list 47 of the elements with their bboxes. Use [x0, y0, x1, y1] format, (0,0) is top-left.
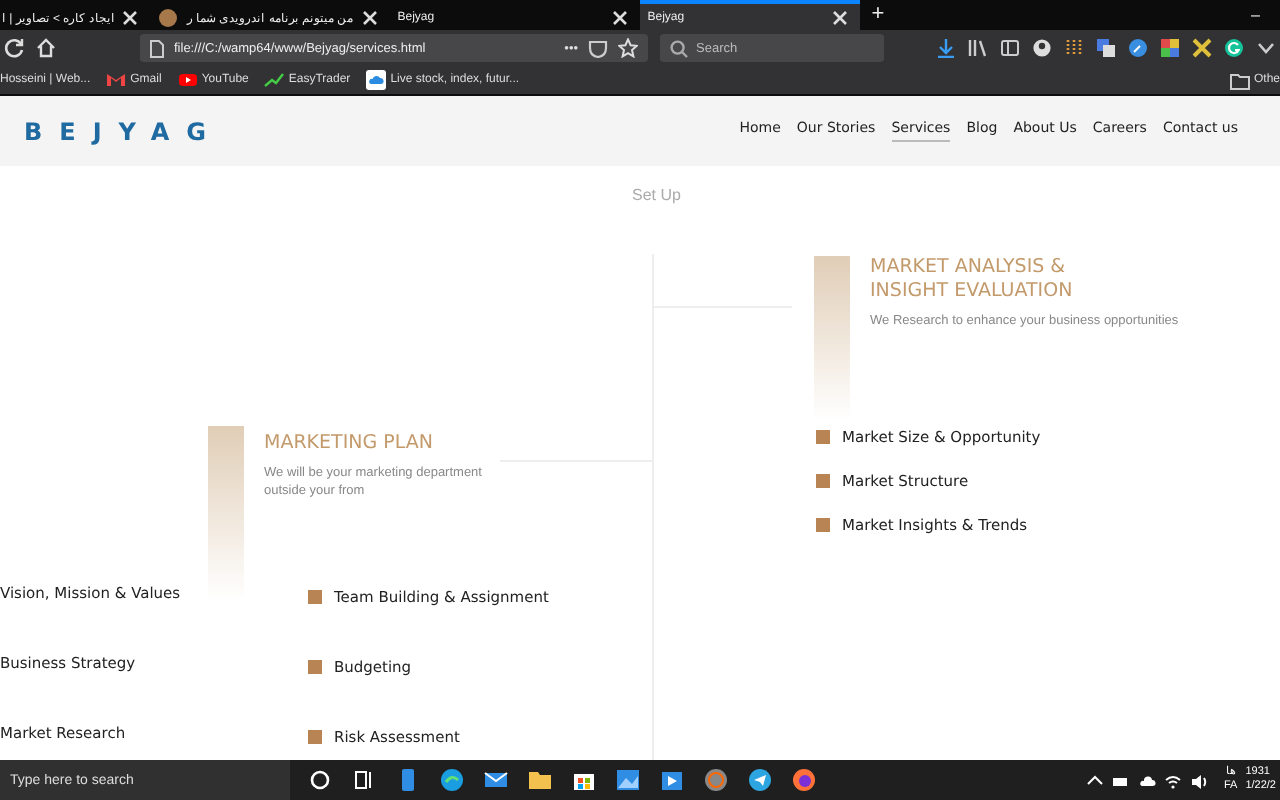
cloud-icon[interactable] [1137, 771, 1156, 789]
gmail-icon [106, 70, 127, 90]
library-icon[interactable] [968, 38, 988, 58]
download-icon[interactable] [936, 38, 956, 58]
video-icon[interactable] [660, 768, 684, 792]
folder-icon[interactable] [528, 768, 552, 792]
chevron-up-icon[interactable] [1085, 771, 1104, 789]
square-bullet [816, 518, 830, 532]
cross-icon[interactable] [1192, 38, 1212, 58]
cortana-icon[interactable] [308, 768, 332, 792]
cloud-icon [366, 70, 387, 90]
reload-icon[interactable] [4, 38, 24, 58]
account-icon[interactable] [1032, 38, 1052, 58]
phone-icon[interactable] [396, 768, 420, 792]
disc-icon[interactable] [704, 768, 728, 792]
close-icon[interactable] [831, 9, 848, 25]
service-title: MARKET ANALYSIS & INSIGHT EVALUATION [870, 256, 1075, 304]
square-bullet [816, 474, 830, 488]
new-tab-button[interactable]: + [859, 0, 897, 30]
speaker-icon[interactable] [1189, 771, 1208, 789]
sidebar-icon[interactable] [1000, 38, 1020, 58]
mail-icon[interactable] [484, 768, 508, 792]
home-icon[interactable] [36, 38, 56, 58]
chevron-icon[interactable] [1256, 38, 1276, 58]
logo[interactable]: BEJYAG [24, 117, 223, 145]
close-icon[interactable] [122, 9, 139, 25]
service-title: MARKETING PLAN [264, 432, 435, 456]
paper-plane-icon[interactable] [748, 768, 772, 792]
photos-icon[interactable] [616, 768, 640, 792]
grammar-icon[interactable] [1224, 38, 1244, 58]
square-bullet [308, 660, 322, 674]
star-icon[interactable] [618, 38, 638, 58]
chart-icon [264, 70, 285, 90]
shield-icon[interactable] [588, 39, 608, 57]
square-bullet [816, 430, 830, 444]
youtube-icon [177, 70, 198, 90]
close-icon[interactable] [361, 9, 378, 25]
square-bullet [308, 590, 322, 604]
folder-icon [1229, 71, 1250, 89]
store-icon[interactable] [572, 768, 596, 792]
wifi-icon[interactable] [1163, 771, 1182, 789]
close-icon[interactable] [611, 9, 628, 25]
page-icon [150, 39, 164, 57]
minimize-button[interactable]: – [1231, 0, 1280, 30]
task-view-icon[interactable] [352, 768, 376, 792]
section-title: Set Up [632, 186, 681, 204]
square-bullet [308, 730, 322, 744]
